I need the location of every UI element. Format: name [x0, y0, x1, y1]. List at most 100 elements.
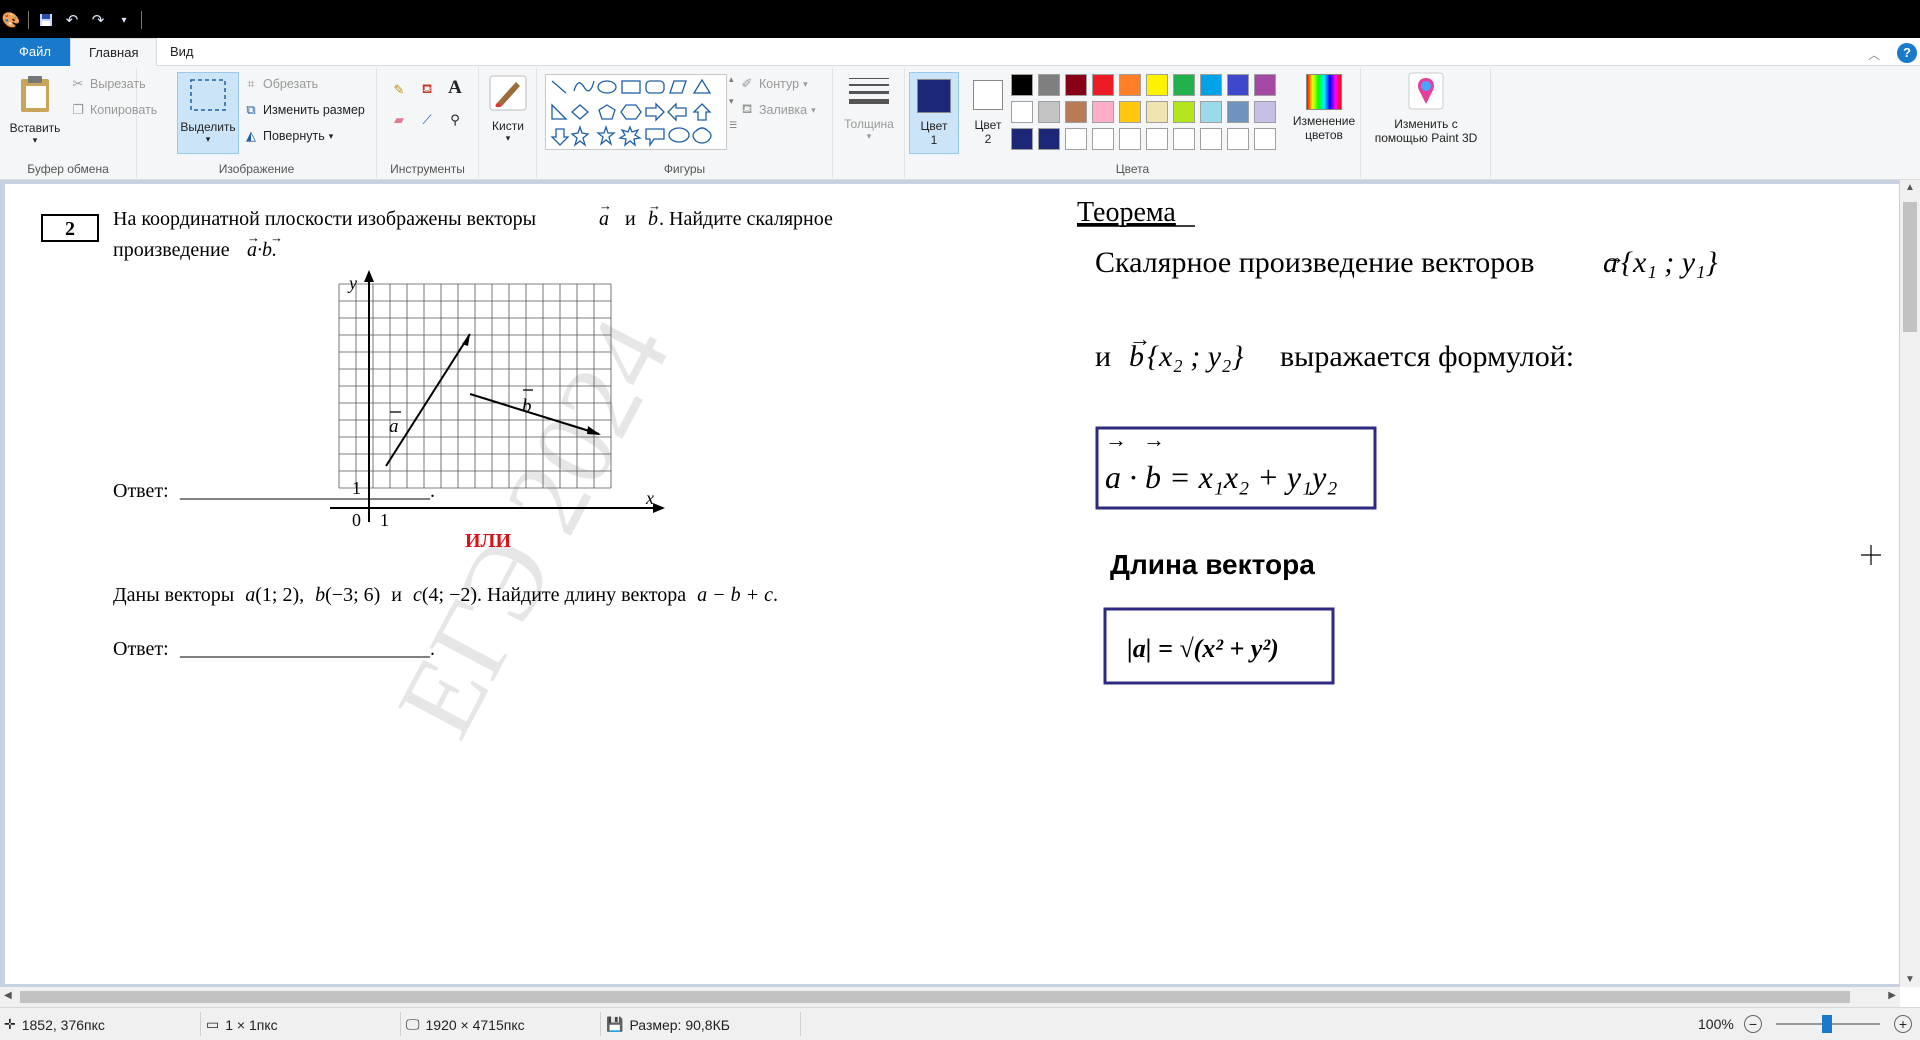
palette-color-swatch[interactable]: [1119, 128, 1141, 150]
paint3d-button[interactable]: Изменить с помощью Paint 3D: [1365, 72, 1487, 145]
palette-color-swatch[interactable]: [1146, 128, 1168, 150]
status-cursor-position: ✛ 1852, 376пкс: [4, 1016, 105, 1033]
save-icon[interactable]: [37, 11, 55, 29]
paste-label: Вставить: [9, 121, 61, 135]
palette-color-swatch[interactable]: [1011, 128, 1033, 150]
palette-color-swatch[interactable]: [1038, 128, 1060, 150]
shapes-scroll-down-icon[interactable]: ▾: [729, 96, 734, 107]
horizontal-scrollbar[interactable]: ◀ ▶: [0, 987, 1900, 1007]
group-shapes: ▴ ▾ ☰ ✐ Контур ▾ ⛾ Заливка ▾ Фигуры: [537, 68, 833, 178]
task2-vec-b: b: [315, 584, 325, 606]
palette-color-swatch[interactable]: [1200, 101, 1222, 123]
zoom-slider-thumb[interactable]: [1822, 1015, 1832, 1033]
color1-button[interactable]: Цвет 1: [909, 72, 959, 154]
palette-color-swatch[interactable]: [1092, 74, 1114, 96]
palette-color-swatch[interactable]: [1254, 101, 1276, 123]
palette-color-swatch[interactable]: [1065, 128, 1087, 150]
shapes-gallery[interactable]: [545, 74, 727, 150]
scroll-up-icon[interactable]: ▲: [1905, 182, 1915, 193]
customize-qat-chevron-icon[interactable]: ▾: [115, 11, 133, 29]
text-tool[interactable]: A: [447, 77, 463, 98]
shapes-more-icon[interactable]: ☰: [729, 120, 737, 131]
help-icon[interactable]: ?: [1897, 43, 1917, 63]
palette-color-swatch[interactable]: [1065, 101, 1087, 123]
undo-icon[interactable]: ↶: [63, 11, 81, 29]
task2-a-coords: (1; 2),: [255, 584, 304, 606]
palette-color-swatch[interactable]: [1146, 74, 1168, 96]
fill-button[interactable]: ⛾ Заливка ▾: [739, 101, 816, 118]
fill-label: Заливка: [759, 103, 808, 117]
shapes-scroll-up-icon[interactable]: ▴: [729, 74, 734, 85]
palette-color-swatch[interactable]: [1254, 74, 1276, 96]
vertical-scroll-thumb[interactable]: [1903, 202, 1917, 332]
vertical-scrollbar[interactable]: ▲ ▼: [1900, 180, 1920, 987]
horizontal-scroll-thumb[interactable]: [20, 991, 1850, 1003]
palette-color-swatch[interactable]: [1119, 101, 1141, 123]
minimize-ribbon-chevron-icon[interactable]: ︿: [1868, 46, 1880, 63]
palette-color-swatch[interactable]: [1254, 128, 1276, 150]
brushes-button[interactable]: Кисти ▾: [483, 74, 533, 144]
theorem-and: и: [1095, 340, 1111, 373]
selection-size-text: 1 × 1пкс: [225, 1016, 278, 1033]
palette-color-swatch[interactable]: [1038, 101, 1060, 123]
paint-app-icon[interactable]: 🎨: [2, 11, 21, 29]
color2-button[interactable]: Цвет 2: [963, 72, 1013, 154]
crop-button[interactable]: ⌗ Обрезать: [243, 76, 318, 92]
eraser-tool[interactable]: ▰: [391, 112, 407, 128]
palette-color-swatch[interactable]: [1065, 74, 1087, 96]
tab-home[interactable]: Главная: [70, 38, 158, 67]
edit-colors-button[interactable]: Изменение цветов: [1289, 72, 1359, 142]
fill-tool[interactable]: ⛾: [419, 81, 435, 98]
answer1-line: _________________________.: [179, 480, 435, 502]
palette-color-swatch[interactable]: [1092, 101, 1114, 123]
zoom-out-icon[interactable]: −: [1744, 1015, 1762, 1033]
image-canvas[interactable]: ЕГЭ 2024 2 На координатной плоскости изо…: [5, 184, 1899, 984]
status-image-size: 🖵 1920 × 4715пкс: [406, 1016, 525, 1033]
palette-color-swatch[interactable]: [1173, 128, 1195, 150]
palette-color-swatch[interactable]: [1011, 74, 1033, 96]
palette-color-swatch[interactable]: [1119, 74, 1141, 96]
palette-color-swatch[interactable]: [1092, 128, 1114, 150]
cut-button[interactable]: ✂ Вырезать: [70, 76, 146, 92]
formula-arrow-b: →: [1143, 427, 1165, 452]
redo-icon[interactable]: ↷: [89, 11, 107, 29]
palette-color-swatch[interactable]: [1227, 74, 1249, 96]
outline-button[interactable]: ✐ Контур ▾: [739, 76, 808, 92]
group-paint3d: Изменить с помощью Paint 3D: [1361, 68, 1491, 178]
palette-color-swatch[interactable]: [1011, 101, 1033, 123]
palette-color-swatch[interactable]: [1146, 101, 1168, 123]
size-chevron-icon: ▾: [866, 131, 872, 141]
qat-separator-2: [141, 11, 142, 29]
resize-button[interactable]: ⧉ Изменить размер: [243, 102, 365, 118]
eraser-icon: ▰: [394, 112, 404, 127]
palette-color-swatch[interactable]: [1173, 101, 1195, 123]
task2-end: .: [773, 584, 778, 606]
scroll-left-icon[interactable]: ◀: [4, 990, 12, 1001]
magnifier-tool[interactable]: ⚲: [447, 112, 463, 128]
tab-file[interactable]: Файл: [0, 38, 70, 66]
paste-button[interactable]: Вставить ▾: [4, 74, 66, 146]
zoom-in-icon[interactable]: +: [1894, 1015, 1912, 1033]
scroll-right-icon[interactable]: ▶: [1888, 990, 1896, 1001]
palette-color-swatch[interactable]: [1200, 128, 1222, 150]
formula-arrow-a: →: [1105, 427, 1127, 452]
size-label: Толщина: [844, 117, 894, 131]
crosshair-cursor-icon: [1861, 545, 1881, 565]
shapes-group-label: Фигуры: [663, 162, 706, 176]
size-button[interactable]: Толщина ▾: [839, 74, 899, 142]
tab-view[interactable]: Вид: [152, 38, 212, 66]
select-button[interactable]: Выделить ▾: [177, 72, 239, 154]
rotate-button[interactable]: ◭ Повернуть ▾: [243, 128, 333, 144]
color-picker-tool[interactable]: ⟋: [419, 112, 435, 128]
theorem-line2-tail: выражается формулой:: [1280, 340, 1574, 373]
palette-color-swatch[interactable]: [1038, 74, 1060, 96]
palette-color-swatch[interactable]: [1200, 74, 1222, 96]
image-size-text: 1920 × 4715пкс: [425, 1016, 525, 1033]
palette-color-swatch[interactable]: [1173, 74, 1195, 96]
scroll-down-icon[interactable]: ▼: [1905, 974, 1915, 985]
group-size: Толщина ▾: [833, 68, 905, 178]
palette-color-swatch[interactable]: [1227, 128, 1249, 150]
origin-label: 0: [352, 510, 361, 530]
palette-color-swatch[interactable]: [1227, 101, 1249, 123]
pencil-tool[interactable]: ✎: [391, 82, 407, 98]
